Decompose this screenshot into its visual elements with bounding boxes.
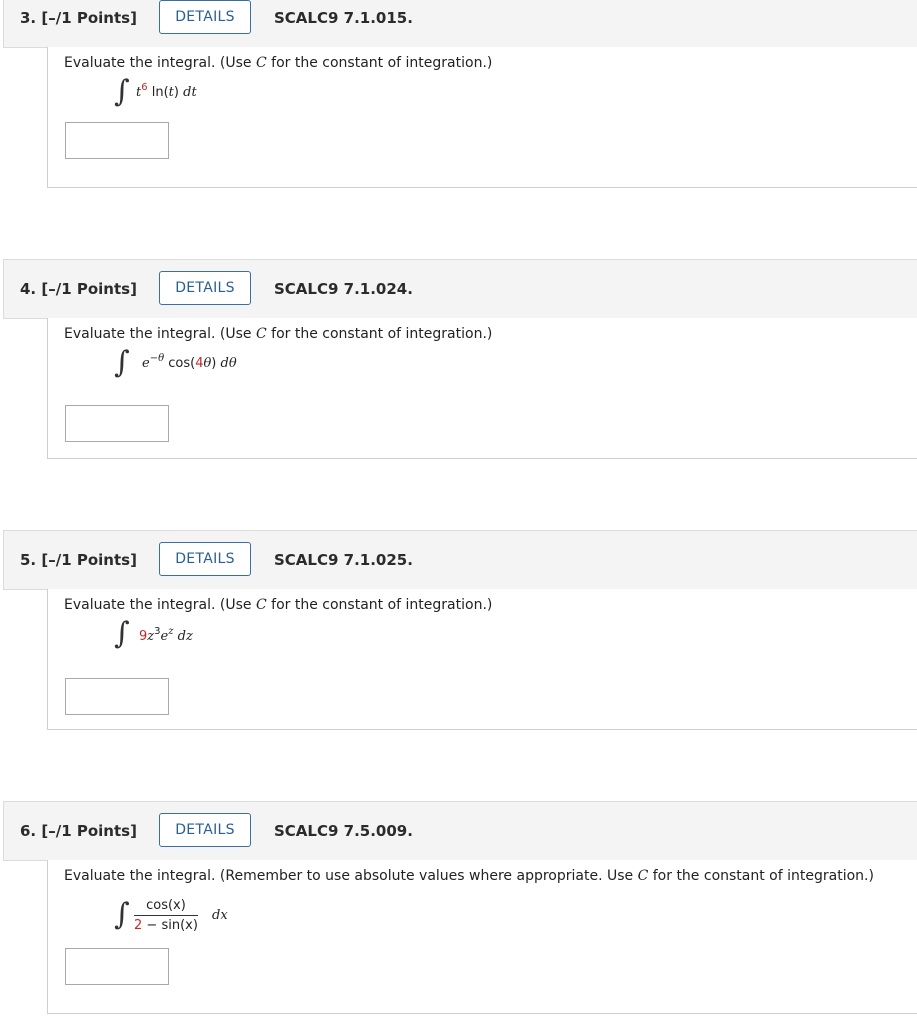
details-button[interactable]: DETAILS	[159, 271, 251, 305]
question-header: 4. [–/1 Points] DETAILS SCALC9 7.1.024.	[3, 259, 917, 319]
question-header: 6. [–/1 Points] DETAILS SCALC9 7.5.009.	[3, 801, 917, 861]
question-number: 3. [–/1 Points]	[20, 9, 137, 27]
fraction-bar	[134, 915, 198, 916]
question-body: Evaluate the integral. (Use C for the co…	[47, 47, 917, 188]
problem-code: SCALC9 7.1.015.	[274, 9, 413, 27]
question-header: 5. [–/1 Points] DETAILS SCALC9 7.1.025.	[3, 530, 917, 590]
details-button[interactable]: DETAILS	[159, 0, 251, 34]
integrand: 9z3ez dz	[139, 626, 193, 645]
question-number: 4. [–/1 Points]	[20, 280, 137, 298]
integral-sign: ∫	[114, 74, 130, 109]
problem-code: SCALC9 7.5.009.	[274, 822, 413, 840]
problem-code: SCALC9 7.1.025.	[274, 551, 413, 569]
integrand: t6 ln(t) dt	[136, 82, 197, 101]
question-prompt: Evaluate the integral. (Use C for the co…	[64, 326, 493, 342]
question-prompt: Evaluate the integral. (Use C for the co…	[64, 55, 493, 71]
details-button[interactable]: DETAILS	[159, 813, 251, 847]
integrand-fraction: cos(x) 2 − sin(x)	[134, 898, 198, 933]
fraction-denominator: 2 − sin(x)	[134, 918, 198, 933]
fraction-numerator: cos(x)	[146, 898, 186, 913]
question-prompt: Evaluate the integral. (Remember to use …	[64, 868, 874, 884]
answer-input[interactable]	[65, 948, 169, 985]
question-header: 3. [–/1 Points] DETAILS SCALC9 7.1.015.	[3, 0, 917, 48]
problem-code: SCALC9 7.1.024.	[274, 280, 413, 298]
question-number: 6. [–/1 Points]	[20, 822, 137, 840]
question-body: Evaluate the integral. (Remember to use …	[47, 860, 917, 1014]
integrand: e−θ cos(4θ) dθ	[142, 353, 237, 372]
answer-input[interactable]	[65, 122, 169, 159]
differential: dx	[212, 908, 228, 923]
integral-sign: ∫	[114, 345, 130, 380]
question-body: Evaluate the integral. (Use C for the co…	[47, 318, 917, 459]
question-number: 5. [–/1 Points]	[20, 551, 137, 569]
answer-input[interactable]	[65, 678, 169, 715]
question-prompt: Evaluate the integral. (Use C for the co…	[64, 597, 493, 613]
integral-sign: ∫	[114, 897, 130, 932]
details-button[interactable]: DETAILS	[159, 542, 251, 576]
answer-input[interactable]	[65, 405, 169, 442]
question-body: Evaluate the integral. (Use C for the co…	[47, 589, 917, 730]
integral-sign: ∫	[114, 616, 130, 651]
